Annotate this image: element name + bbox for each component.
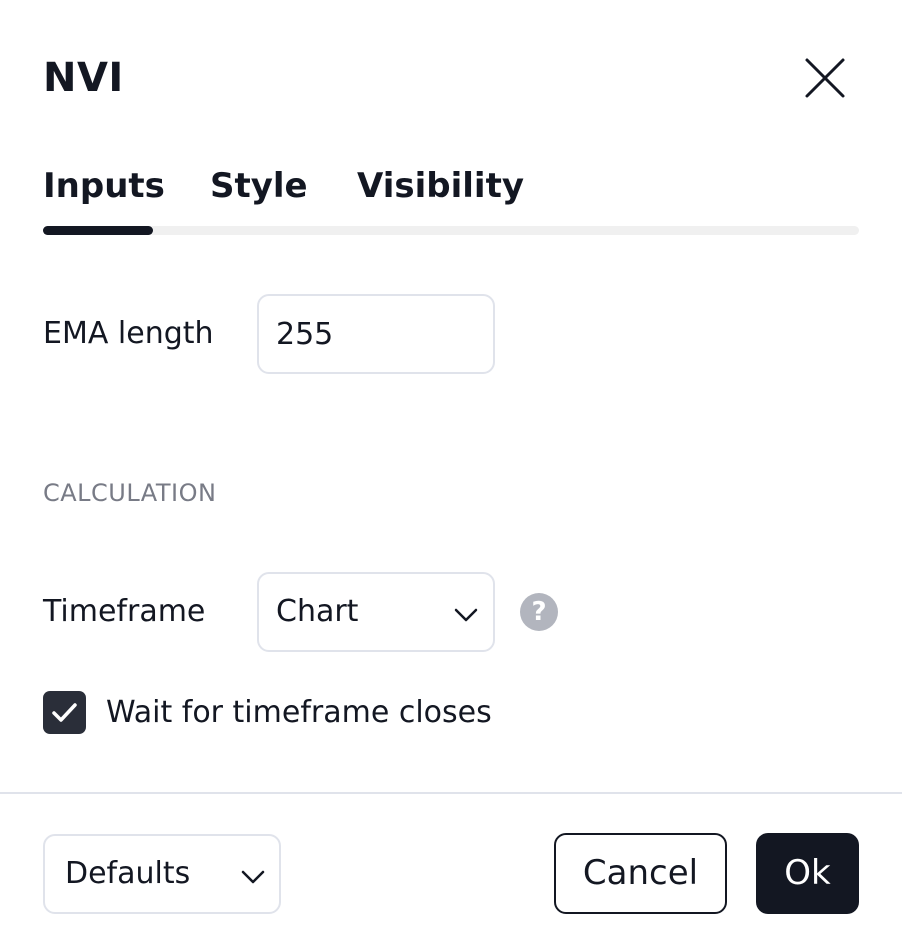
footer-divider xyxy=(0,792,902,794)
defaults-dropdown[interactable]: Defaults xyxy=(43,834,281,914)
wait-closes-checkbox[interactable] xyxy=(43,691,86,734)
cancel-button[interactable]: Cancel xyxy=(554,833,727,914)
timeframe-select[interactable]: Chart xyxy=(257,572,495,652)
defaults-label: Defaults xyxy=(65,856,191,891)
checkmark-icon xyxy=(52,703,77,722)
close-button[interactable] xyxy=(800,53,850,103)
help-icon[interactable]: ? xyxy=(520,593,558,631)
tab-visibility[interactable]: Visibility xyxy=(357,160,524,212)
chevron-down-icon xyxy=(241,870,265,884)
ema-length-label: EMA length xyxy=(43,316,214,351)
tab-track xyxy=(43,226,859,235)
dialog-title: NVI xyxy=(43,55,124,101)
active-tab-indicator xyxy=(43,226,153,235)
timeframe-label: Timeframe xyxy=(43,594,206,629)
wait-closes-label[interactable]: Wait for timeframe closes xyxy=(106,693,492,733)
ema-length-input[interactable] xyxy=(276,314,476,354)
tab-style[interactable]: Style xyxy=(210,160,308,212)
ok-button[interactable]: Ok xyxy=(756,833,859,914)
timeframe-value: Chart xyxy=(276,594,359,629)
chevron-down-icon xyxy=(454,608,478,622)
tab-inputs[interactable]: Inputs xyxy=(43,160,165,212)
tab-bar: Inputs Style Visibility xyxy=(43,160,859,236)
section-title: CALCULATION xyxy=(43,479,217,507)
close-icon xyxy=(805,58,845,98)
ema-length-field[interactable] xyxy=(257,294,495,374)
